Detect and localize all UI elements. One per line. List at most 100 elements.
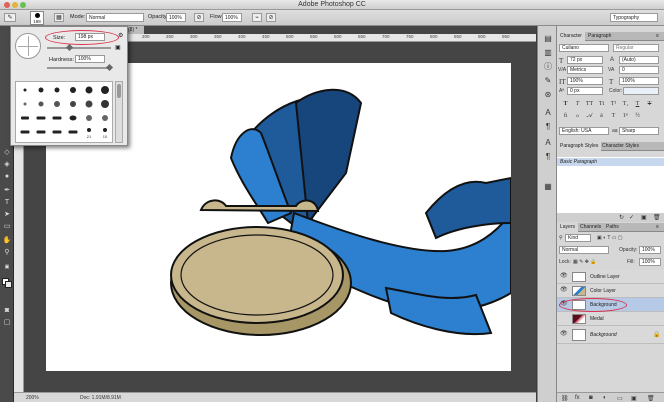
ordinals-icon[interactable]: 1ˢᵗ	[621, 112, 630, 120]
layer-row-color[interactable]: 👁 Color Layer	[557, 284, 664, 298]
tab-layers[interactable]: Layers	[557, 223, 579, 232]
leading-field[interactable]: (Auto)	[619, 56, 659, 64]
presets-scrollbar[interactable]	[115, 81, 123, 143]
eye-icon[interactable]: 👁	[560, 273, 568, 280]
brush-preset[interactable]	[98, 84, 112, 96]
eraser-tool-icon[interactable]: ◇	[2, 148, 12, 158]
titling-alternates-icon[interactable]: T	[609, 112, 618, 120]
layer-row-outline[interactable]: 👁 Outline Layer	[557, 270, 664, 284]
adjustments-icon[interactable]: ▥	[543, 48, 553, 58]
layer-row-medal[interactable]: · Medal	[557, 312, 664, 326]
vertical-scale-field[interactable]: 100%	[567, 77, 603, 85]
baseline-shift-field[interactable]: 0 px	[567, 87, 603, 95]
font-family-select[interactable]: Cuilano	[559, 44, 609, 52]
hardness-field[interactable]: 100%	[75, 55, 105, 63]
brush-preset[interactable]	[18, 84, 32, 96]
tab-paths[interactable]: Paths	[603, 223, 622, 232]
size-slider[interactable]	[47, 47, 111, 49]
font-size-field[interactable]: 72 px	[567, 56, 603, 64]
brush-preset[interactable]	[82, 112, 96, 124]
text-color-swatch[interactable]	[623, 87, 659, 95]
settings-gear-icon[interactable]: ⚙	[118, 32, 123, 39]
character-icon[interactable]: A	[543, 108, 553, 118]
language-select[interactable]: English: USA	[559, 127, 609, 135]
info-icon[interactable]: ⓘ	[543, 62, 553, 72]
brush-preset[interactable]	[66, 126, 80, 138]
layers-menu-icon[interactable]: ≡	[656, 224, 659, 230]
new-layer-icon[interactable]: ▣	[631, 395, 637, 402]
brush-preset[interactable]: 21	[82, 126, 96, 139]
size-slider-knob[interactable]	[65, 43, 74, 52]
horizontal-scale-field[interactable]: 100%	[619, 77, 659, 85]
small-caps-button[interactable]: Tt	[597, 100, 606, 108]
shape-tool-icon[interactable]: ▭	[2, 222, 12, 232]
character-styles-icon[interactable]: A	[543, 138, 553, 148]
new-style-icon[interactable]: ▣	[641, 214, 647, 221]
workspace-select[interactable]: Typography	[610, 13, 658, 22]
brush-preset[interactable]	[18, 112, 32, 124]
clone-source-icon[interactable]: ⊛	[543, 90, 553, 100]
glyphs-icon[interactable]: ▦	[543, 182, 553, 192]
brush-icon[interactable]: ✎	[543, 76, 553, 86]
color-swatches-icon[interactable]: ▣	[2, 262, 12, 272]
paragraph-icon[interactable]: ¶	[543, 122, 553, 132]
dodge-tool-icon[interactable]: ●	[2, 172, 12, 182]
style-item-basic-paragraph[interactable]: Basic Paragraph	[557, 158, 664, 166]
tab-channels[interactable]: Channels	[577, 223, 604, 232]
brush-preset[interactable]	[34, 84, 48, 96]
subscript-button[interactable]: T₁	[621, 100, 630, 108]
brush-preset[interactable]	[98, 98, 112, 110]
font-style-select[interactable]: Regular	[613, 44, 659, 52]
adjustment-layer-icon[interactable]: ◐	[603, 395, 607, 401]
brush-tool-icon[interactable]: ✎	[4, 13, 16, 22]
history-icon[interactable]: ▤	[543, 34, 553, 44]
redefine-style-icon[interactable]: ✓	[629, 214, 634, 221]
flow-field[interactable]: 100%	[222, 13, 242, 22]
pressure-size-icon[interactable]: ⊘	[266, 13, 276, 22]
brush-preset[interactable]	[98, 112, 112, 124]
brush-preset[interactable]	[66, 112, 80, 124]
brush-angle-preview[interactable]	[15, 33, 41, 59]
screen-mode-icon[interactable]: ▢	[2, 318, 12, 328]
brush-preset[interactable]	[34, 126, 48, 138]
brush-preset-picker[interactable]: 198	[30, 11, 44, 25]
brush-preset[interactable]	[34, 112, 48, 124]
underline-button[interactable]: T	[633, 100, 642, 108]
tab-character[interactable]: Character	[557, 32, 585, 41]
zoom-tool-icon[interactable]: ⚲	[2, 248, 12, 258]
brush-preset[interactable]	[50, 84, 64, 96]
superscript-button[interactable]: T¹	[609, 100, 618, 108]
brush-preset[interactable]	[82, 98, 96, 110]
brush-panel-toggle-icon[interactable]: ▦	[54, 13, 64, 22]
brush-preset[interactable]	[50, 126, 64, 138]
eye-icon-hidden[interactable]: ·	[560, 315, 567, 322]
ligatures-icon[interactable]: ﬁ	[561, 112, 570, 120]
layer-row-background-locked[interactable]: 👁 Background 🔒	[557, 326, 664, 344]
add-mask-icon[interactable]: ◙	[589, 395, 593, 401]
fill-field[interactable]: 100%	[639, 258, 661, 266]
blend-mode-select[interactable]: Normal	[559, 246, 609, 254]
link-layers-icon[interactable]: ⛓	[561, 395, 569, 402]
paint-bucket-tool-icon[interactable]: ◈	[2, 160, 12, 170]
foreground-color-swatch[interactable]	[5, 281, 12, 288]
swash-icon[interactable]: 𝒜	[585, 112, 594, 120]
layer-filter-select[interactable]: Kind	[565, 234, 591, 242]
antialias-select[interactable]: Sharp	[619, 127, 659, 135]
hardness-slider-knob[interactable]	[105, 63, 114, 72]
brush-preset[interactable]: 10	[98, 126, 112, 139]
tab-paragraph-styles[interactable]: Paragraph Styles	[557, 142, 602, 151]
brush-preset[interactable]	[66, 98, 80, 110]
pressure-opacity-icon[interactable]: ⊘	[194, 13, 204, 22]
layer-opacity-field[interactable]: 100%	[639, 246, 661, 254]
tracking-field[interactable]: 0	[619, 66, 659, 74]
quick-mask-icon[interactable]: ◙	[2, 306, 12, 316]
tab-character-styles[interactable]: Character Styles	[599, 142, 642, 151]
kerning-field[interactable]: Metrics	[567, 66, 603, 74]
faux-italic-button[interactable]: T	[573, 100, 582, 108]
panel-menu-icon[interactable]: ≡	[656, 33, 659, 39]
layer-style-icon[interactable]: fx	[575, 395, 580, 401]
zoom-level[interactable]: 200%	[26, 395, 39, 401]
brush-preset[interactable]	[82, 84, 96, 96]
paragraph-styles-icon[interactable]: ¶	[543, 152, 553, 162]
brush-preset[interactable]	[18, 98, 32, 110]
